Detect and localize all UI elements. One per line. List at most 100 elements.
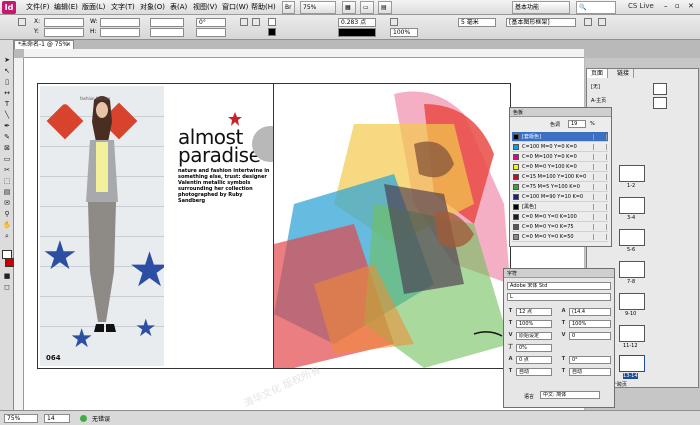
vertical-ruler[interactable] (14, 58, 24, 410)
window-minimize-icon[interactable]: – (664, 2, 668, 10)
menu-help[interactable]: 帮助(H) (251, 2, 276, 12)
rotate-field[interactable]: 0° (196, 18, 226, 27)
normal-mode-icon[interactable]: ◻ (2, 283, 12, 292)
menu-view[interactable]: 视图(V) (193, 2, 217, 12)
a-master-label[interactable]: A-主页 (591, 97, 606, 104)
aki-right-select[interactable]: 自动 (569, 368, 611, 376)
aki-left-select[interactable]: 自动 (516, 368, 552, 376)
page-tool-icon[interactable]: ▯ (2, 78, 12, 87)
page-thumb[interactable] (619, 197, 645, 214)
body-column[interactable] (178, 187, 222, 347)
menu-layout[interactable]: 版面(L) (82, 2, 105, 12)
horizontal-ruler[interactable] (24, 49, 584, 58)
font-style-select[interactable]: L (507, 293, 611, 301)
stroke-swatch-icon[interactable] (268, 28, 276, 36)
close-icon[interactable]: × (66, 41, 71, 49)
tab-pages[interactable]: 页面 (587, 69, 609, 78)
kerning-select[interactable]: 原始设定 (516, 332, 552, 340)
pen-tool-icon[interactable]: ✒ (2, 122, 12, 131)
tracking-field[interactable]: 0 (569, 332, 611, 340)
x-field[interactable] (44, 18, 84, 27)
menu-type[interactable]: 文字(T) (111, 2, 135, 12)
window-close-icon[interactable]: ✕ (688, 2, 694, 10)
language-select[interactable]: 中文: 简体 (540, 391, 600, 399)
h-field[interactable] (100, 28, 140, 37)
swatch-row[interactable]: C=75 M=5 Y=100 K=0 (512, 182, 608, 192)
rectangle-tool-icon[interactable]: ▭ (2, 155, 12, 164)
type-tool-icon[interactable]: T (2, 100, 12, 109)
opacity-field[interactable]: 100% (390, 28, 418, 37)
left-page[interactable]: ★ ★ ★ ★ fashion feature almost paradise … (37, 83, 275, 369)
pencil-tool-icon[interactable]: ✎ (2, 133, 12, 142)
stroke-weight-field[interactable]: 0.283 点 (338, 18, 376, 27)
scale-y-field[interactable] (150, 28, 184, 37)
horizontal-scale-field[interactable]: 100% (569, 320, 611, 328)
swatch-row[interactable]: [黑色] (512, 202, 608, 212)
search-field[interactable]: 🔍 (576, 1, 616, 14)
y-field[interactable] (44, 28, 84, 37)
menu-object[interactable]: 对象(O) (140, 2, 165, 12)
master-thumb[interactable] (653, 83, 667, 95)
font-size-field[interactable]: 12 点 (516, 308, 552, 316)
reference-point-icon[interactable] (18, 18, 26, 26)
object-style-select[interactable]: [基本图形框架] (506, 18, 576, 27)
panel-menu-icon[interactable] (598, 18, 606, 26)
free-transform-tool-icon[interactable]: ⬚ (2, 177, 12, 186)
quick-apply-icon[interactable] (584, 18, 592, 26)
selection-tool-icon[interactable]: ➤ (2, 56, 12, 65)
window-restore-icon[interactable]: ▫ (675, 2, 680, 10)
rectangle-frame-tool-icon[interactable]: ⊠ (2, 144, 12, 153)
baseline-shift-field[interactable]: 0 点 (516, 356, 552, 364)
eyedropper-tool-icon[interactable]: ⚲ (2, 210, 12, 219)
swatch-row[interactable]: C=15 M=100 Y=100 K=0 (512, 172, 608, 182)
gradient-tool-icon[interactable]: ▤ (2, 188, 12, 197)
scale-x-field[interactable] (150, 18, 184, 27)
stroke-type-select[interactable] (338, 28, 376, 37)
swatch-row[interactable]: C=100 M=0 Y=0 K=0 (512, 142, 608, 152)
line-tool-icon[interactable]: ╲ (2, 111, 12, 120)
none-master-label[interactable]: [无] (591, 83, 600, 90)
arrange-icon[interactable]: ▤ (378, 1, 392, 14)
stroke-offset-field[interactable]: 5 毫米 (458, 18, 496, 27)
note-tool-icon[interactable]: ✉ (2, 199, 12, 208)
page-thumb[interactable] (619, 325, 645, 342)
swatch-row[interactable]: C=0 M=0 Y=0 K=100 (512, 212, 608, 222)
zoom-tool-icon[interactable]: ⌕ (2, 232, 12, 241)
master-thumb[interactable] (653, 97, 667, 109)
menu-file[interactable]: 文件(F) (26, 2, 50, 12)
right-page[interactable] (273, 83, 511, 369)
skew-field[interactable]: 0° (569, 356, 611, 364)
document-tab[interactable]: *未命名-1 @ 75% × (14, 40, 74, 49)
zoom-status[interactable]: 75% (4, 414, 38, 423)
model-photo[interactable]: ★ ★ ★ ★ (40, 86, 164, 366)
menu-window[interactable]: 窗口(W) (222, 2, 248, 12)
flip-horizontal-icon[interactable] (240, 18, 248, 26)
bridge-button[interactable]: Br (282, 1, 295, 14)
apply-color-icon[interactable]: ■ (2, 272, 12, 281)
font-family-select[interactable]: Adobe 宋体 Std (507, 282, 611, 290)
direct-selection-tool-icon[interactable]: ↖ (2, 67, 12, 76)
workspace-select[interactable]: 基本功能 (512, 1, 570, 14)
cs-live-button[interactable]: CS Live (628, 2, 654, 10)
flip-vertical-icon[interactable] (252, 18, 260, 26)
leading-field[interactable]: (14.4 (569, 308, 611, 316)
painted-figures-artwork[interactable] (274, 84, 510, 368)
body-column[interactable] (226, 187, 270, 347)
fill-swatch-icon[interactable] (268, 18, 276, 26)
vertical-scale-field[interactable]: 100% (516, 320, 552, 328)
swatch-row[interactable]: C=0 M=0 Y=0 K=50 (512, 232, 608, 242)
hand-tool-icon[interactable]: ✋ (2, 221, 12, 230)
page-thumb[interactable] (619, 293, 645, 310)
menu-edit[interactable]: 编辑(E) (54, 2, 78, 12)
swatch-row[interactable]: C=0 M=0 Y=100 K=0 (512, 162, 608, 172)
menu-table[interactable]: 表(A) (170, 2, 187, 12)
gap-tool-icon[interactable]: ↔ (2, 89, 12, 98)
character-header[interactable]: 字符 (504, 269, 614, 278)
scissors-tool-icon[interactable]: ✂ (2, 166, 12, 175)
page-thumb[interactable] (619, 165, 645, 182)
shear-field[interactable] (196, 28, 226, 37)
effects-icon[interactable] (390, 18, 398, 26)
preflight-status[interactable]: 无错误 (92, 414, 110, 423)
swatches-header[interactable]: 色板 (510, 108, 611, 117)
tsume-field[interactable]: 0% (516, 344, 552, 352)
